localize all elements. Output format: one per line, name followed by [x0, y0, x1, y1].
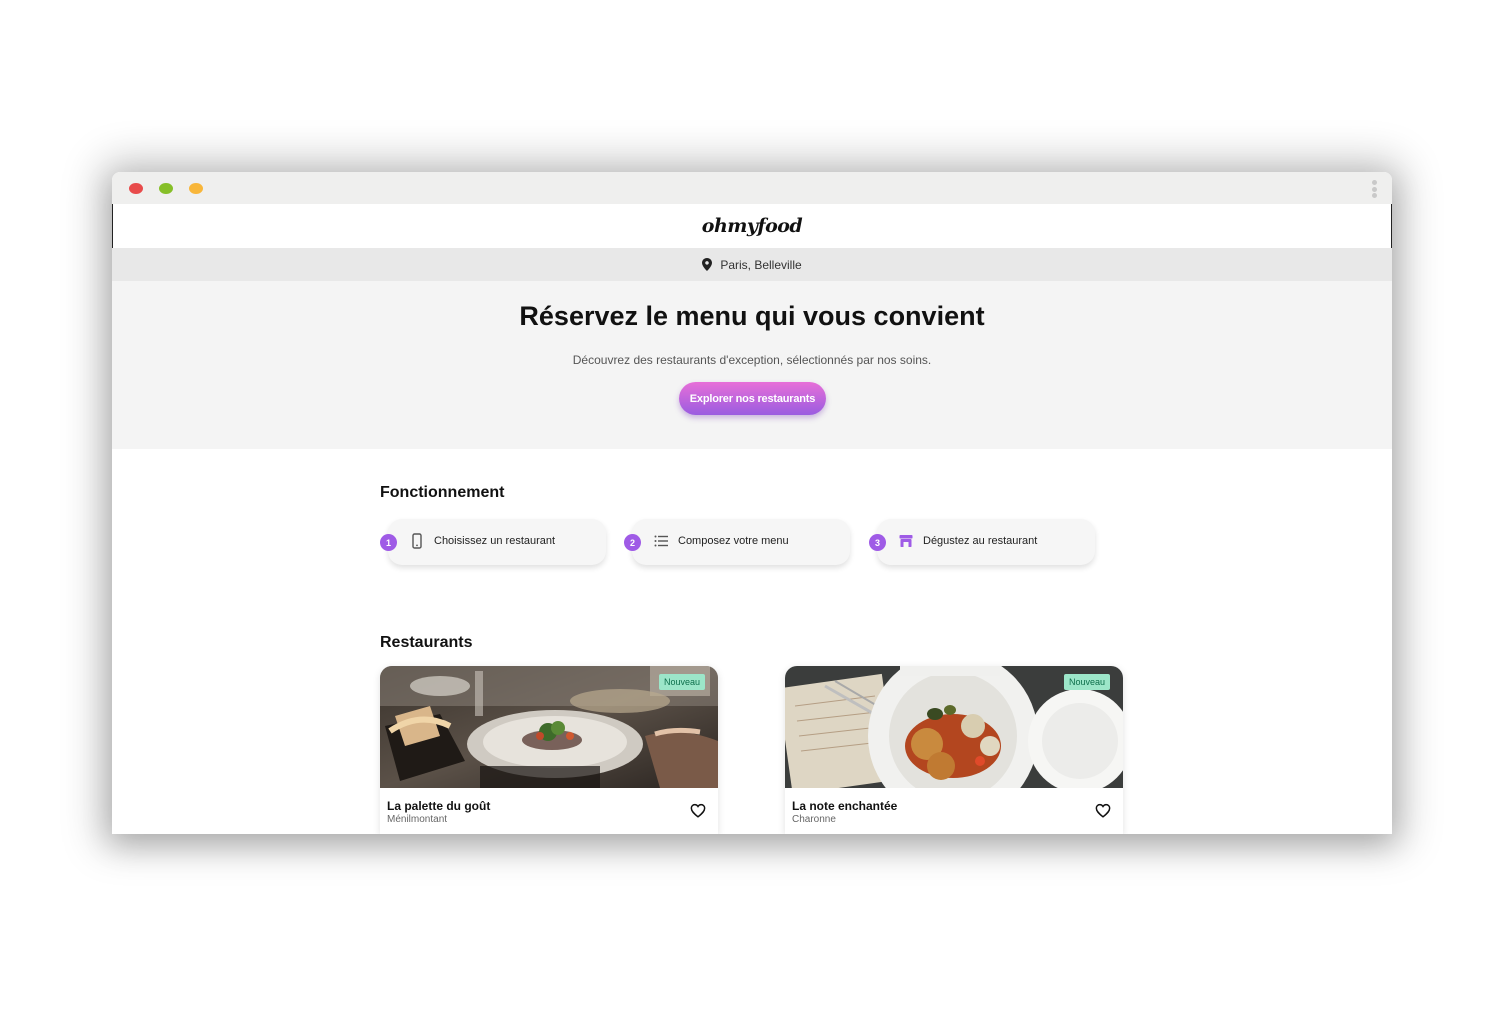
restaurant-card[interactable]: Nouveau La note enchantée Charonne: [785, 666, 1123, 834]
site-header: ohmyfood: [112, 204, 1392, 248]
window-close-button[interactable]: [129, 183, 143, 194]
restaurant-photo: Nouveau: [785, 666, 1123, 788]
step-label: Composez votre menu: [678, 535, 789, 547]
step-number-badge: 2: [624, 534, 641, 551]
window-maximize-button[interactable]: [159, 183, 173, 194]
step-card-1: 1 Choisissez un restaurant: [380, 519, 606, 565]
location-label: Paris, Belleville: [720, 257, 802, 272]
restaurants-title: Restaurants: [380, 634, 473, 651]
site-logo[interactable]: ohmyfood: [702, 215, 803, 237]
location-bar: Paris, Belleville: [112, 248, 1392, 281]
restaurant-location: Ménilmontant: [387, 814, 448, 825]
step-label: Dégustez au restaurant: [923, 535, 1038, 547]
hero-title: Réservez le menu qui vous convient: [519, 301, 985, 331]
window-menu-icon[interactable]: [1371, 180, 1377, 198]
heart-outline-icon[interactable]: [1095, 803, 1111, 818]
step-card-3: 3 Dégustez au restaurant: [869, 519, 1095, 565]
new-badge: Nouveau: [1063, 674, 1110, 690]
window-titlebar: [112, 172, 1392, 204]
window-minimize-button[interactable]: [189, 183, 203, 194]
heart-outline-icon[interactable]: [690, 803, 706, 818]
hero-subtitle: Découvrez des restaurants d'exception, s…: [572, 353, 932, 367]
location-pin-icon: [702, 258, 713, 271]
step-label: Choisissez un restaurant: [434, 535, 556, 547]
restaurant-name: La note enchantée: [792, 799, 898, 813]
how-it-works-title: Fonctionnement: [380, 484, 505, 501]
mobile-phone-icon: [412, 533, 422, 549]
restaurant-card[interactable]: Nouveau La palette du goût Ménilmontant: [380, 666, 718, 834]
new-badge: Nouveau: [658, 674, 705, 690]
restaurant-photo: Nouveau: [380, 666, 718, 788]
browser-window: ohmyfood Paris, Belleville Réservez le m…: [112, 172, 1392, 834]
step-number-badge: 1: [380, 534, 397, 551]
hero-section: Réservez le menu qui vous convient Décou…: [112, 281, 1392, 449]
restaurant-name: La palette du goût: [387, 799, 491, 813]
list-icon: [654, 535, 668, 547]
step-card-2: 2 Composez votre menu: [624, 519, 850, 565]
restaurant-location: Charonne: [792, 814, 836, 825]
explore-restaurants-button[interactable]: Explorer nos restaurants: [679, 382, 826, 415]
step-number-badge: 3: [869, 534, 886, 551]
storefront-icon: [899, 535, 913, 547]
